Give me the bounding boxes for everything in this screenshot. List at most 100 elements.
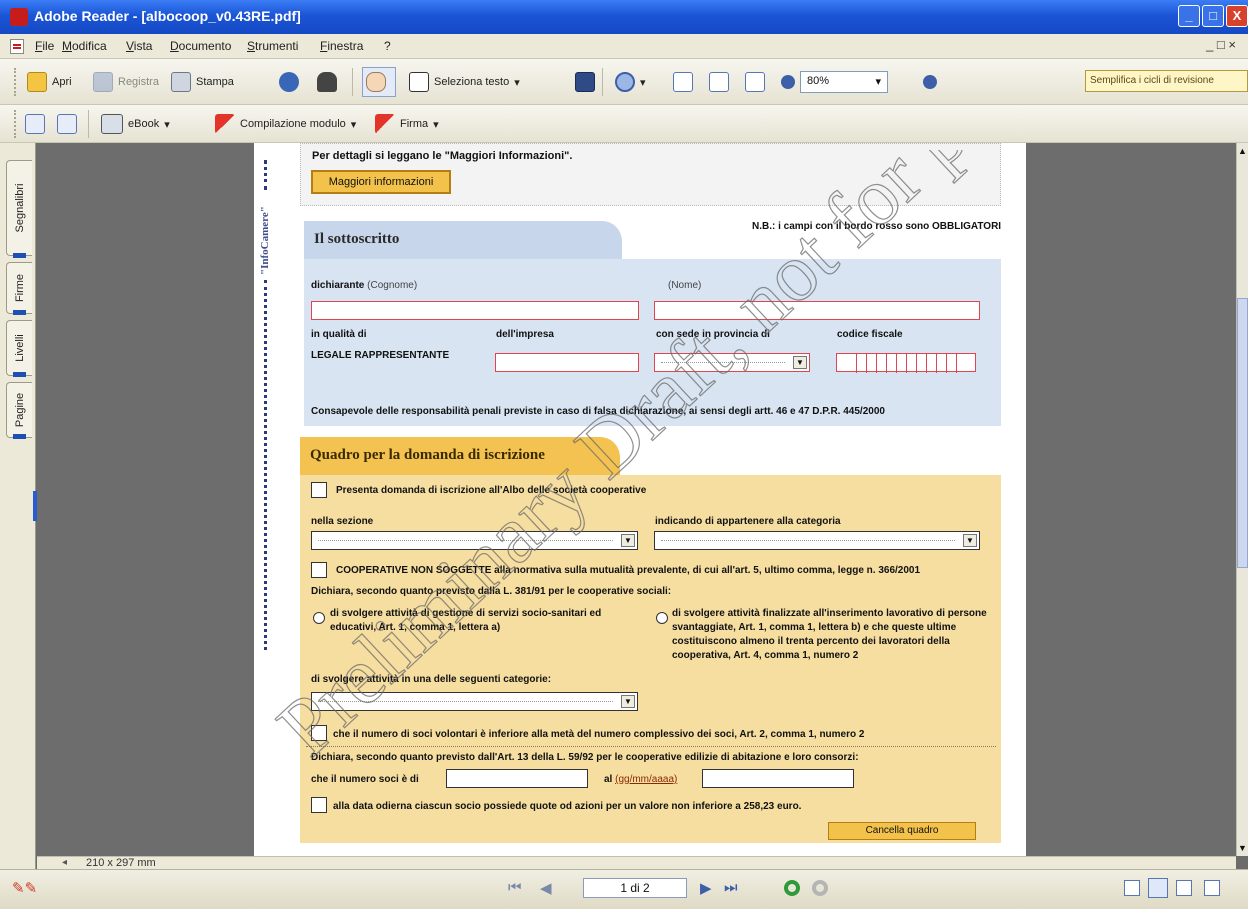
rotate-left-icon — [25, 114, 45, 134]
close-button[interactable]: X — [1226, 5, 1248, 27]
company-field[interactable] — [495, 353, 639, 372]
horizontal-scrollbar[interactable] — [37, 856, 1236, 869]
menu-file[interactable]: File — [35, 39, 54, 53]
first-page-icon[interactable]: ⏮ — [508, 879, 522, 896]
liability-disclaimer: Consapevole delle responsabilità penali … — [311, 406, 885, 417]
scroll-up-icon[interactable]: ▲ — [1238, 146, 1247, 156]
name-field[interactable] — [654, 301, 980, 320]
non-mutual-checkbox[interactable] — [311, 562, 327, 578]
minimize-button[interactable]: _ — [1178, 5, 1200, 27]
next-page-icon[interactable]: ▶ — [700, 879, 712, 897]
apply-checkbox[interactable] — [311, 482, 327, 498]
open-label: Apri — [52, 76, 72, 88]
declarant-label-text: dichiarante — [311, 280, 365, 291]
form-fill-button[interactable]: Compilazione modulo ▾ — [212, 111, 359, 137]
pen-tools-icon[interactable]: ✎✎ — [12, 879, 37, 897]
help-search-box[interactable]: Semplifica i cicli di revisione — [1085, 70, 1248, 92]
last-page-icon[interactable]: ⏭ — [724, 879, 738, 896]
select-placeholder — [318, 701, 613, 702]
signature-pen-icon — [375, 114, 395, 134]
members-count-label: che il numero soci è di — [311, 774, 419, 785]
find-button[interactable] — [314, 69, 340, 95]
ebook-button[interactable]: eBook ▾ — [98, 111, 173, 137]
tab-signatures[interactable]: Firme — [6, 262, 32, 314]
menu-help[interactable]: ? — [384, 39, 391, 53]
previous-page-icon[interactable]: ◀ — [540, 879, 552, 897]
zoom-in-tool-button[interactable]: ▾ — [612, 69, 649, 95]
surname-field[interactable] — [311, 301, 639, 320]
go-back-icon[interactable] — [784, 880, 800, 896]
volunteer-members-checkbox[interactable] — [311, 725, 327, 741]
category-select[interactable]: ▼ — [654, 531, 980, 550]
dropdown-arrow-icon: ▼ — [621, 695, 635, 708]
tab-divider — [13, 434, 26, 439]
tab-bookmarks[interactable]: Segnalibri — [6, 160, 32, 256]
brand-column: "InfoCamere" — [259, 195, 273, 275]
menu-vista[interactable]: Vista — [126, 39, 152, 53]
select-placeholder — [661, 362, 785, 363]
maximize-button[interactable]: □ — [1202, 5, 1224, 27]
select-text-button[interactable]: Seleziona testo ▾ — [406, 69, 523, 95]
save-button[interactable]: Registra — [90, 69, 162, 95]
go-forward-icon[interactable] — [812, 880, 828, 896]
info-text: Per dettagli si leggano le "Maggiori Inf… — [312, 150, 573, 162]
facing-layout-icon[interactable] — [1176, 880, 1192, 896]
fit-width-icon — [745, 72, 765, 92]
more-info-button[interactable]: Maggiori informazioni — [311, 170, 451, 194]
shares-value-checkbox[interactable] — [311, 797, 327, 813]
zoom-level-select[interactable]: 80% ▾ — [800, 71, 888, 93]
email-button[interactable] — [276, 69, 302, 95]
continuous-layout-icon[interactable] — [1148, 878, 1168, 898]
decorative-dots — [264, 280, 267, 650]
toolbar-grip[interactable] — [14, 68, 18, 96]
window-title: Adobe Reader - [albocoop_v0.43RE.pdf] — [34, 8, 301, 24]
activity-category-label: di svolgere attività in una delle seguen… — [311, 674, 552, 685]
open-button[interactable]: Apri — [24, 69, 75, 95]
sign-button[interactable]: Firma ▾ — [372, 111, 442, 137]
menu-finestra[interactable]: Finestra — [320, 39, 363, 53]
tab-layers[interactable]: Livelli — [6, 320, 32, 376]
text-cursor-icon — [409, 72, 429, 92]
page-number-field[interactable]: 1 di 2 — [583, 878, 687, 898]
hand-tool-button[interactable] — [362, 67, 396, 97]
single-page-layout-icon[interactable] — [1124, 880, 1140, 896]
toolbar-grip[interactable] — [14, 110, 18, 138]
floppy-disk-icon — [93, 72, 113, 92]
snapshot-button[interactable] — [572, 69, 598, 95]
fiscal-code-field[interactable] — [836, 353, 976, 373]
zoom-in-button[interactable] — [920, 69, 940, 95]
clear-section-button[interactable]: Cancella quadro — [828, 822, 976, 840]
activity-category-select[interactable]: ▼ — [311, 692, 638, 711]
hand-icon — [366, 72, 386, 92]
vertical-scroll-thumb[interactable] — [1237, 298, 1248, 568]
activity-type-a-radio[interactable] — [313, 612, 325, 624]
print-button[interactable]: Stampa — [168, 69, 237, 95]
scroll-down-icon[interactable]: ▼ — [1238, 843, 1247, 853]
zoom-level-value: 80% — [807, 75, 830, 87]
scroll-left-icon[interactable]: ◂ — [62, 857, 67, 868]
menu-strumenti[interactable]: Strumenti — [247, 39, 298, 53]
capacity-value: LEGALE RAPPRESENTANTE — [311, 350, 450, 361]
date-field[interactable] — [702, 769, 854, 788]
rotate-left-button[interactable] — [22, 111, 48, 137]
fit-width-button[interactable] — [742, 69, 768, 95]
activity-type-b-radio[interactable] — [656, 612, 668, 624]
continuous-facing-layout-icon[interactable] — [1204, 880, 1220, 896]
chevron-down-icon: ▾ — [640, 76, 646, 89]
province-select[interactable]: ▼ — [654, 353, 810, 372]
menu-documento[interactable]: Documento — [170, 39, 231, 53]
rotate-right-button[interactable] — [54, 111, 80, 137]
document-window-controls[interactable]: _ □ × — [1206, 37, 1236, 52]
register-section-select[interactable]: ▼ — [311, 531, 638, 550]
zoom-out-button[interactable] — [778, 69, 798, 95]
actual-size-button[interactable] — [670, 69, 696, 95]
menu-modifica[interactable]: Modifica — [62, 39, 107, 53]
toolbar-separator — [352, 68, 353, 96]
tab-pages[interactable]: Pagine — [6, 382, 32, 438]
binoculars-icon — [317, 72, 337, 92]
section-application-header: Quadro per la domanda di iscrizione — [300, 437, 620, 475]
apply-checkbox-label: Presenta domanda di iscrizione all'Albo … — [336, 485, 647, 496]
members-count-field[interactable] — [446, 769, 588, 788]
ebook-label: eBook — [128, 118, 160, 130]
fit-page-button[interactable] — [706, 69, 732, 95]
